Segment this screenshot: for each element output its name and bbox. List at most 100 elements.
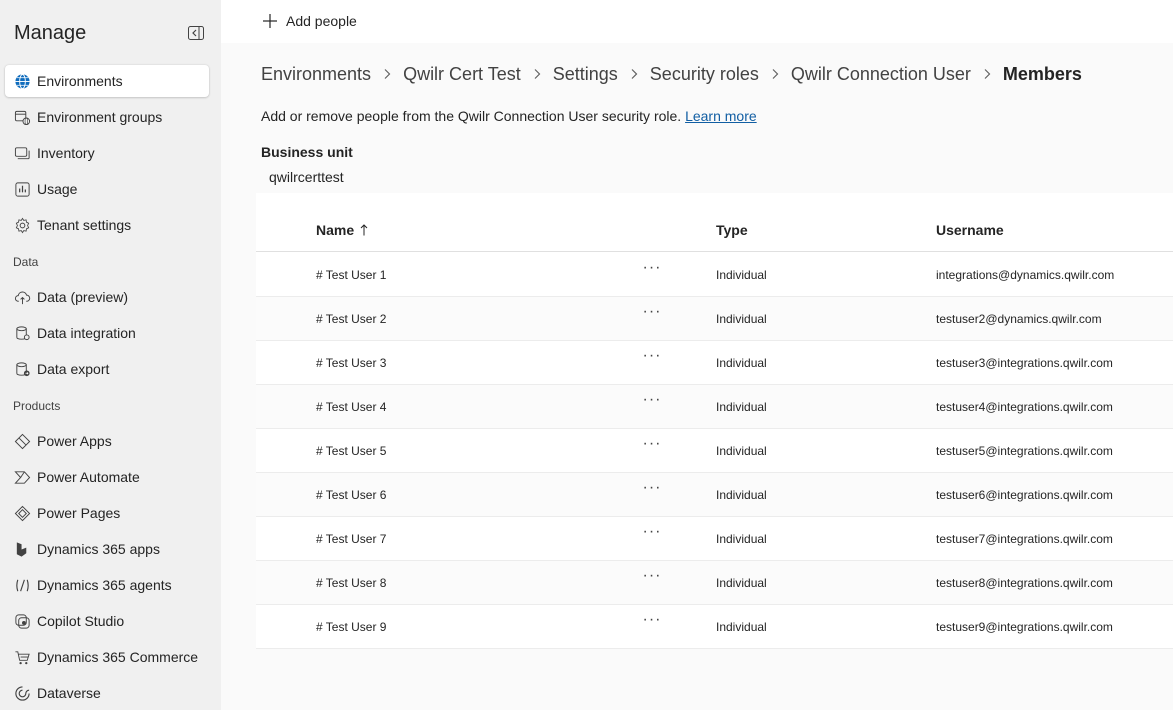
- chevron-right-icon: [981, 68, 993, 80]
- command-bar: Add people: [221, 0, 1173, 43]
- sidebar-item-label: Data (preview): [37, 289, 129, 305]
- breadcrumb-environment[interactable]: Qwilr Cert Test: [403, 64, 521, 85]
- environment-groups-icon: [13, 108, 31, 126]
- row-username: testuser5@integrations.qwilr.com: [936, 444, 1113, 458]
- breadcrumb-security-roles[interactable]: Security roles: [650, 64, 759, 85]
- sidebar-item-label: Copilot Studio: [37, 613, 125, 629]
- table-row[interactable]: # Test User 4 ··· Individual testuser4@i…: [256, 385, 1173, 429]
- business-unit-label: Business unit: [261, 144, 353, 160]
- sidebar-item-label: Dataverse: [37, 685, 101, 701]
- sidebar-item-power-apps[interactable]: Power Apps: [5, 425, 209, 457]
- more-options-icon[interactable]: ···: [642, 304, 662, 325]
- row-name[interactable]: # Test User 5: [316, 444, 386, 458]
- sidebar-item-tenant-settings[interactable]: Tenant settings: [5, 209, 209, 241]
- sidebar-item-dynamics-365-apps[interactable]: Dynamics 365 apps: [5, 533, 209, 565]
- usage-chart-icon: [13, 180, 31, 198]
- more-options-icon[interactable]: ···: [642, 392, 662, 413]
- table-row[interactable]: # Test User 1 ··· Individual integration…: [256, 253, 1173, 297]
- row-name[interactable]: # Test User 6: [316, 488, 386, 502]
- row-type: Individual: [716, 620, 767, 634]
- inventory-icon: [13, 144, 31, 162]
- column-header-username[interactable]: Username: [936, 222, 1004, 238]
- row-name[interactable]: # Test User 4: [316, 400, 386, 414]
- add-people-button[interactable]: Add people: [262, 10, 357, 32]
- add-people-label: Add people: [286, 13, 357, 29]
- sidebar-item-environment-groups[interactable]: Environment groups: [5, 101, 209, 133]
- breadcrumb-role[interactable]: Qwilr Connection User: [791, 64, 971, 85]
- more-options-icon[interactable]: ···: [642, 524, 662, 545]
- column-header-type[interactable]: Type: [716, 222, 748, 238]
- breadcrumb-current: Members: [1002, 63, 1082, 84]
- sidebar-item-label: Dynamics 365 Commerce: [37, 649, 199, 665]
- table-row[interactable]: # Test User 7 ··· Individual testuser7@i…: [256, 517, 1173, 561]
- row-type: Individual: [716, 488, 767, 502]
- sidebar-item-dynamics-365-agents[interactable]: Dynamics 365 agents: [5, 569, 209, 601]
- database-export-icon: [13, 360, 31, 378]
- sidebar-item-dynamics-365-commerce[interactable]: Dynamics 365 Commerce: [5, 641, 209, 673]
- sidebar-item-power-automate[interactable]: Power Automate: [5, 461, 209, 493]
- row-username: testuser6@integrations.qwilr.com: [936, 488, 1113, 502]
- table-row[interactable]: # Test User 3 ··· Individual testuser3@i…: [256, 341, 1173, 385]
- chevron-right-icon: [628, 68, 640, 80]
- more-options-icon[interactable]: ···: [642, 436, 662, 457]
- sidebar-header: Manage: [14, 22, 210, 48]
- dataverse-icon: [13, 684, 31, 702]
- table-row[interactable]: # Test User 2 ··· Individual testuser2@d…: [256, 297, 1173, 341]
- row-username: testuser2@dynamics.qwilr.com: [936, 312, 1102, 326]
- row-username: testuser3@integrations.qwilr.com: [936, 356, 1113, 370]
- table-header: Name Type Username: [256, 193, 1173, 252]
- column-header-name[interactable]: Name: [316, 222, 369, 238]
- row-name[interactable]: # Test User 3: [316, 356, 386, 370]
- row-name[interactable]: # Test User 7: [316, 532, 386, 546]
- learn-more-link[interactable]: Learn more: [685, 108, 757, 124]
- sidebar-item-data-preview[interactable]: Data (preview): [5, 281, 209, 313]
- more-options-icon[interactable]: ···: [642, 260, 662, 281]
- sidebar-item-label: Environment groups: [37, 109, 163, 125]
- row-name[interactable]: # Test User 9: [316, 620, 386, 634]
- more-options-icon[interactable]: ···: [642, 480, 662, 501]
- sidebar-title: Manage: [14, 22, 87, 44]
- breadcrumb: Environments Qwilr Cert Test Settings Se…: [261, 62, 1082, 86]
- cloud-upload-icon: [13, 288, 31, 306]
- sidebar-item-power-pages[interactable]: Power Pages: [5, 497, 209, 529]
- sidebar-section-data: Data: [13, 255, 39, 269]
- row-type: Individual: [716, 444, 767, 458]
- row-type: Individual: [716, 268, 767, 282]
- sidebar-item-dataverse[interactable]: Dataverse: [5, 677, 209, 709]
- breadcrumb-settings[interactable]: Settings: [553, 64, 618, 85]
- sidebar-item-data-export[interactable]: Data export: [5, 353, 209, 385]
- sidebar-item-label: Dynamics 365 apps: [37, 541, 160, 557]
- collapse-sidebar-icon[interactable]: [188, 26, 204, 40]
- table-row[interactable]: # Test User 5 ··· Individual testuser5@i…: [256, 429, 1173, 473]
- sidebar-item-label: Environments: [37, 73, 123, 89]
- sidebar-item-environments[interactable]: Environments: [5, 65, 209, 97]
- chevron-right-icon: [381, 68, 393, 80]
- row-name[interactable]: # Test User 8: [316, 576, 386, 590]
- description-text: Add or remove people from the Qwilr Conn…: [261, 108, 682, 124]
- breadcrumb-environments[interactable]: Environments: [261, 64, 371, 85]
- table-row[interactable]: # Test User 8 ··· Individual testuser8@i…: [256, 561, 1173, 605]
- sidebar-item-data-integration[interactable]: Data integration: [5, 317, 209, 349]
- more-options-icon[interactable]: ···: [642, 348, 662, 369]
- row-type: Individual: [716, 312, 767, 326]
- sidebar-item-inventory[interactable]: Inventory: [5, 137, 209, 169]
- row-name[interactable]: # Test User 2: [316, 312, 386, 326]
- sidebar-section-products: Products: [13, 399, 61, 413]
- table-row[interactable]: # Test User 9 ··· Individual testuser9@i…: [256, 605, 1173, 649]
- sidebar-item-label: Usage: [37, 181, 78, 197]
- power-pages-icon: [13, 504, 31, 522]
- dynamics-apps-icon: [13, 540, 31, 558]
- globe-icon: [13, 72, 31, 90]
- row-name[interactable]: # Test User 1: [316, 268, 386, 282]
- sidebar-item-copilot-studio[interactable]: Copilot Studio: [5, 605, 209, 637]
- column-header-name-label: Name: [316, 222, 355, 238]
- sidebar-item-label: Power Automate: [37, 469, 140, 485]
- table-row[interactable]: # Test User 6 ··· Individual testuser6@i…: [256, 473, 1173, 517]
- main-content: Add people Environments Qwilr Cert Test …: [221, 0, 1173, 710]
- sidebar-item-label: Power Apps: [37, 433, 112, 449]
- more-options-icon[interactable]: ···: [642, 568, 662, 589]
- power-apps-icon: [13, 432, 31, 450]
- gear-icon: [13, 216, 31, 234]
- more-options-icon[interactable]: ···: [642, 612, 662, 633]
- sidebar-item-usage[interactable]: Usage: [5, 173, 209, 205]
